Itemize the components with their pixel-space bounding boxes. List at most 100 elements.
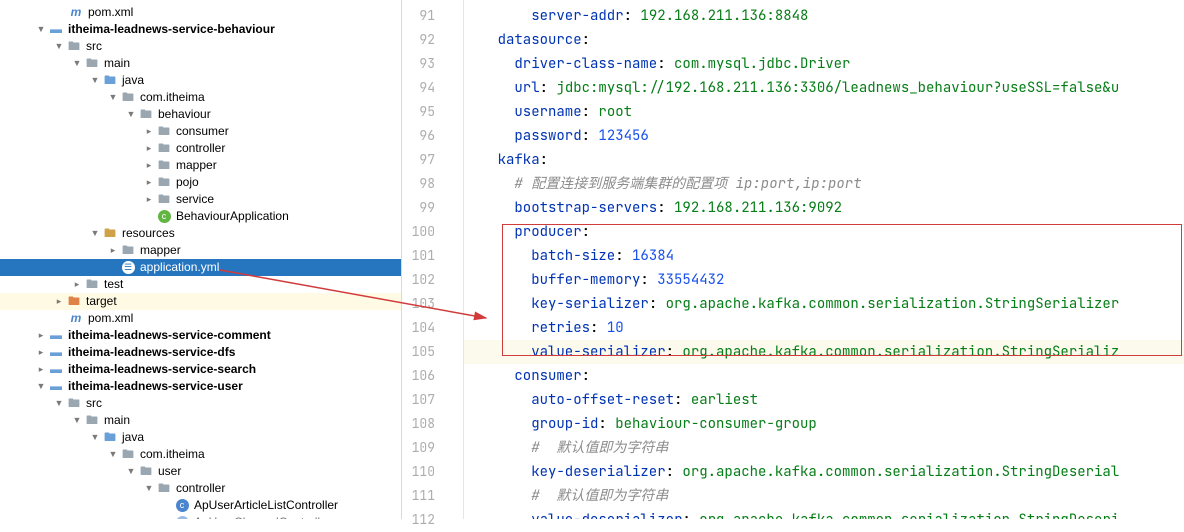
tree-item-pom[interactable]: m pom.xml bbox=[0, 4, 401, 21]
tree-item-user-src[interactable]: ▼ 🖿 src bbox=[0, 395, 401, 412]
code-line[interactable]: group-id: behaviour-consumer-group bbox=[464, 412, 1184, 436]
project-tree[interactable]: m pom.xml ▼ ▬ itheima-leadnews-service-b… bbox=[0, 0, 402, 519]
tree-item-behaviour[interactable]: ▼ 🖿 behaviour bbox=[0, 106, 401, 123]
code-line[interactable]: key-deserializer: org.apache.kafka.commo… bbox=[464, 460, 1184, 484]
code-line[interactable]: # 配置连接到服务端集群的配置项 ip:port,ip:port bbox=[464, 172, 1184, 196]
code-line[interactable]: # 默认值即为字符串 bbox=[464, 436, 1184, 460]
code-line[interactable]: batch-size: 16384 bbox=[464, 244, 1184, 268]
line-number: 106 bbox=[402, 364, 463, 388]
tree-item-resources[interactable]: ▼ 🖿 resources bbox=[0, 225, 401, 242]
file-label: pom.xml bbox=[88, 4, 133, 21]
tree-item-user-main[interactable]: ▼ 🖿 main bbox=[0, 412, 401, 429]
code-line[interactable]: server-addr: 192.168.211.136:8848 bbox=[464, 4, 1184, 28]
tree-item-res-mapper[interactable]: ▸ 🖿 mapper bbox=[0, 242, 401, 259]
tree-item-module-comment[interactable]: ▸ ▬ itheima-leadnews-service-comment bbox=[0, 327, 401, 344]
folder-icon: 🖿 bbox=[84, 55, 100, 72]
code-line[interactable]: password: 123456 bbox=[464, 124, 1184, 148]
folder-label: java bbox=[122, 429, 144, 446]
tree-item-controller[interactable]: ▸ 🖿 controller bbox=[0, 140, 401, 157]
chevron-right-icon: ▸ bbox=[36, 361, 46, 378]
code-line[interactable]: producer: bbox=[464, 220, 1184, 244]
line-number: 91 bbox=[402, 4, 463, 28]
package-label: mapper bbox=[176, 157, 217, 174]
tree-item-user-controller[interactable]: ▼ 🖿 controller bbox=[0, 480, 401, 497]
folder-label: resources bbox=[122, 225, 175, 242]
line-number: 93 bbox=[402, 52, 463, 76]
package-label: com.itheima bbox=[140, 446, 205, 463]
code-line[interactable]: retries: 10 bbox=[464, 316, 1184, 340]
tree-item-user-com-itheima[interactable]: ▼ 🖿 com.itheima bbox=[0, 446, 401, 463]
tree-item-article-list-controller[interactable]: c ApUserArticleListController bbox=[0, 497, 401, 514]
tree-item-mapper[interactable]: ▸ 🖿 mapper bbox=[0, 157, 401, 174]
line-number: 98 bbox=[402, 172, 463, 196]
chevron-down-icon: ▼ bbox=[36, 378, 46, 395]
tree-item-user-pkg[interactable]: ▼ 🖿 user bbox=[0, 463, 401, 480]
tree-item-service[interactable]: ▸ 🖿 service bbox=[0, 191, 401, 208]
code-line[interactable]: value-deserializer: org.apache.kafka.com… bbox=[464, 508, 1184, 519]
folder-label: target bbox=[86, 293, 117, 310]
folder-label: main bbox=[104, 412, 130, 429]
code-line[interactable]: key-serializer: org.apache.kafka.common.… bbox=[464, 292, 1184, 316]
package-label: consumer bbox=[176, 123, 229, 140]
maven-icon: m bbox=[68, 310, 84, 327]
tree-item-user-java[interactable]: ▼ 🖿 java bbox=[0, 429, 401, 446]
package-label: pojo bbox=[176, 174, 199, 191]
code-line[interactable]: # 默认值即为字符串 bbox=[464, 484, 1184, 508]
code-line[interactable]: kafka: bbox=[464, 148, 1184, 172]
tree-item-module-dfs[interactable]: ▸ ▬ itheima-leadnews-service-dfs bbox=[0, 344, 401, 361]
module-icon: ▬ bbox=[48, 378, 64, 395]
package-icon: 🖿 bbox=[120, 446, 136, 463]
code-line[interactable]: datasource: bbox=[464, 28, 1184, 52]
line-number: 111 bbox=[402, 484, 463, 508]
line-number: 99 bbox=[402, 196, 463, 220]
tree-item-main[interactable]: ▼ 🖿 main bbox=[0, 55, 401, 72]
code-line[interactable]: buffer-memory: 33554432 bbox=[464, 268, 1184, 292]
chevron-right-icon: ▸ bbox=[144, 157, 154, 174]
line-number: 96 bbox=[402, 124, 463, 148]
tree-item-module-user[interactable]: ▼ ▬ itheima-leadnews-service-user bbox=[0, 378, 401, 395]
line-number: 104 bbox=[402, 316, 463, 340]
code-line[interactable]: url: jdbc:mysql://192.168.211.136:3306/l… bbox=[464, 76, 1184, 100]
folder-label: src bbox=[86, 38, 102, 55]
module-label: itheima-leadnews-service-behaviour bbox=[68, 21, 275, 38]
folder-label: src bbox=[86, 395, 102, 412]
code-editor[interactable]: server-addr: 192.168.211.136:8848 dataso… bbox=[464, 0, 1184, 519]
code-line[interactable]: bootstrap-servers: 192.168.211.136:9092 bbox=[464, 196, 1184, 220]
code-line[interactable]: auto-offset-reset: earliest bbox=[464, 388, 1184, 412]
code-line[interactable]: driver-class-name: com.mysql.jdbc.Driver bbox=[464, 52, 1184, 76]
tree-item-com-itheima[interactable]: ▼ 🖿 com.itheima bbox=[0, 89, 401, 106]
chevron-down-icon: ▼ bbox=[126, 463, 136, 480]
tree-item-pom-behaviour[interactable]: m pom.xml bbox=[0, 310, 401, 327]
tree-item-test[interactable]: ▸ 🖿 test bbox=[0, 276, 401, 293]
module-icon: ▬ bbox=[48, 21, 64, 38]
tree-item-java[interactable]: ▼ 🖿 java bbox=[0, 72, 401, 89]
tree-item-target[interactable]: ▸ 🖿 target bbox=[0, 293, 401, 310]
line-number: 109 bbox=[402, 436, 463, 460]
folder-icon: 🖿 bbox=[120, 242, 136, 259]
package-label: user bbox=[158, 463, 181, 480]
tree-item-src[interactable]: ▼ 🖿 src bbox=[0, 38, 401, 55]
tree-item-application-yml[interactable]: ☰ application.yml bbox=[0, 259, 401, 276]
tree-item-pojo[interactable]: ▸ 🖿 pojo bbox=[0, 174, 401, 191]
module-label: itheima-leadnews-service-comment bbox=[68, 327, 271, 344]
chevron-down-icon: ▼ bbox=[108, 446, 118, 463]
class-label: ApUserArticleListController bbox=[194, 497, 338, 514]
tree-item-channel-controller[interactable]: c ApUserChannelController bbox=[0, 514, 401, 519]
tree-item-behaviour-application[interactable]: c BehaviourApplication bbox=[0, 208, 401, 225]
chevron-down-icon: ▼ bbox=[90, 225, 100, 242]
tree-item-module-search[interactable]: ▸ ▬ itheima-leadnews-service-search bbox=[0, 361, 401, 378]
target-folder-icon: 🖿 bbox=[66, 293, 82, 310]
line-number: 101 bbox=[402, 244, 463, 268]
code-line[interactable]: username: root bbox=[464, 100, 1184, 124]
folder-label: mapper bbox=[140, 242, 181, 259]
code-line[interactable]: value-serializer: org.apache.kafka.commo… bbox=[464, 340, 1184, 364]
package-label: service bbox=[176, 191, 214, 208]
package-icon: 🖿 bbox=[156, 191, 172, 208]
tree-item-module-behaviour[interactable]: ▼ ▬ itheima-leadnews-service-behaviour bbox=[0, 21, 401, 38]
maven-icon: m bbox=[68, 4, 84, 21]
folder-icon: 🖿 bbox=[84, 412, 100, 429]
package-icon: 🖿 bbox=[156, 157, 172, 174]
tree-item-consumer[interactable]: ▸ 🖿 consumer bbox=[0, 123, 401, 140]
code-line[interactable]: consumer: bbox=[464, 364, 1184, 388]
package-label: behaviour bbox=[158, 106, 211, 123]
